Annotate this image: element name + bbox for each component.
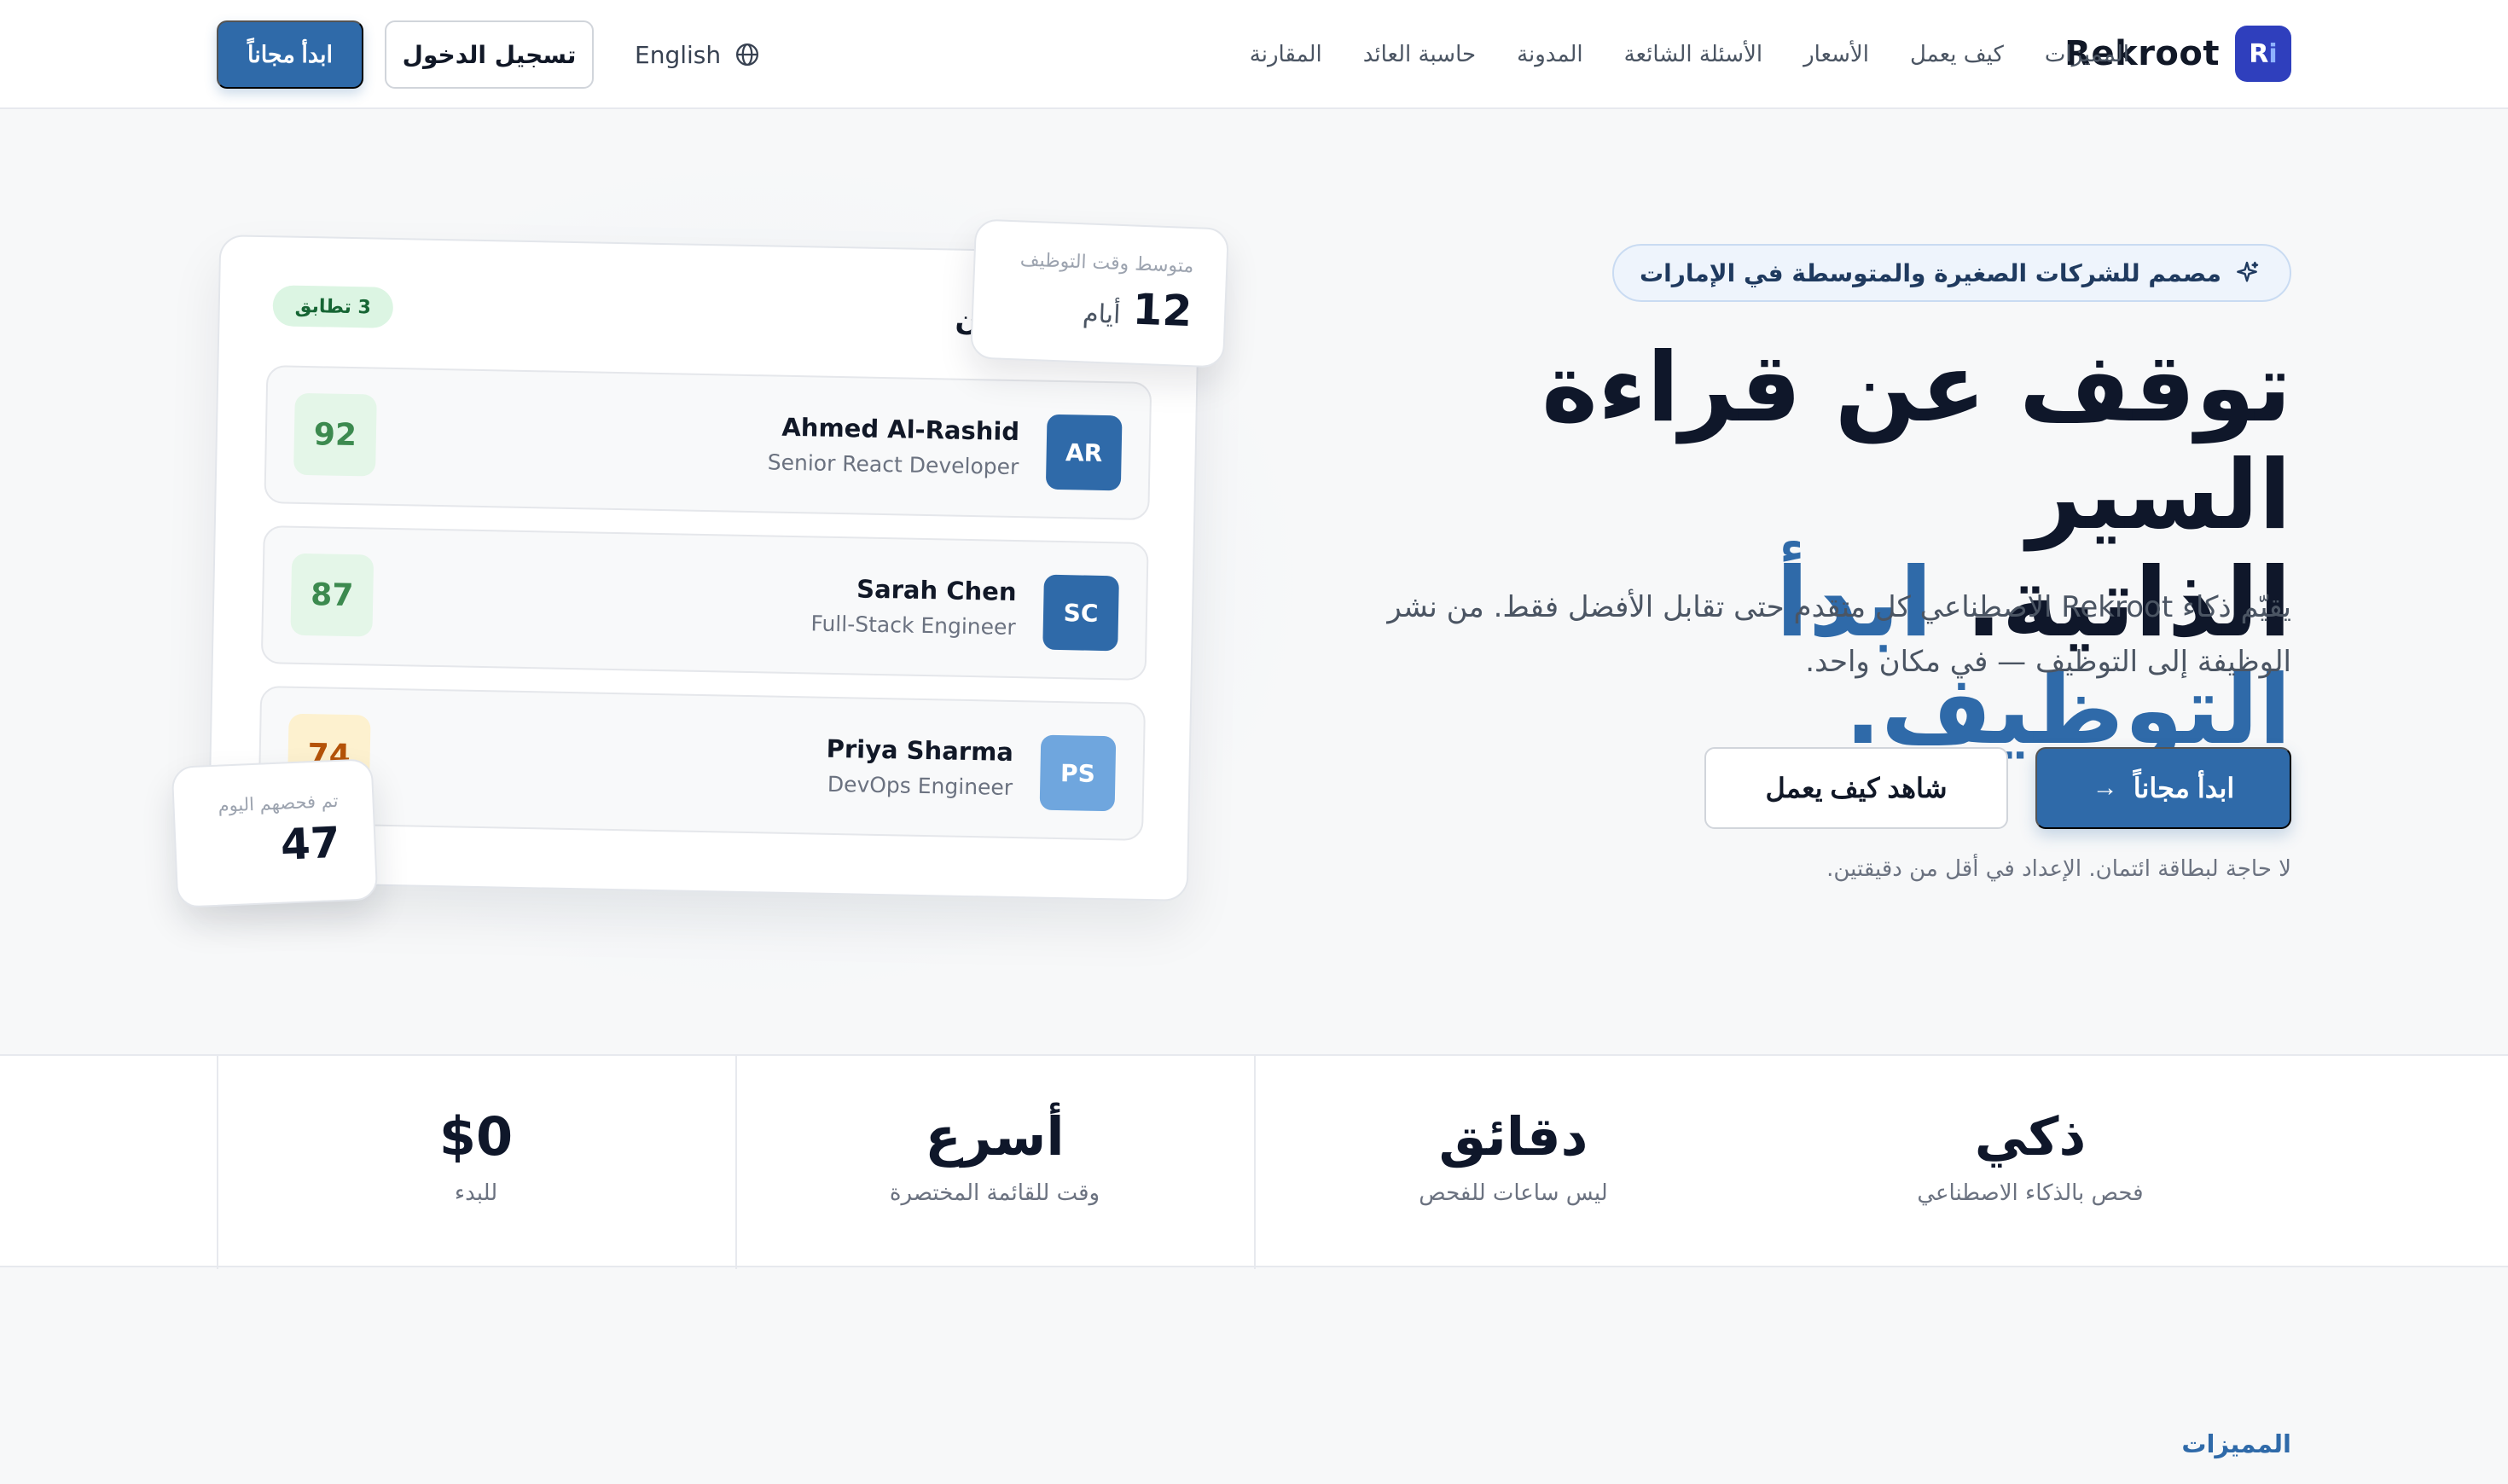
sparkle-icon bbox=[2237, 261, 2259, 282]
main-nav: المميزات كيف يعمل الأسعار الأسئلة الشائع… bbox=[1250, 0, 2129, 109]
stat-free: $0 للبدء bbox=[217, 1056, 735, 1269]
stat-caption: ليس ساعات للفحص bbox=[1419, 1180, 1608, 1206]
candidate-row[interactable]: AR Ahmed Al-Rashid Senior React Develope… bbox=[264, 365, 1152, 521]
language-switcher[interactable]: English bbox=[635, 34, 760, 75]
nav-link-features[interactable]: المميزات bbox=[2045, 42, 2129, 67]
features-section-label: المميزات bbox=[2181, 1429, 2291, 1458]
stats-strip: ذكي فحص بالذكاء الاصطناعي دقائق ليس ساعا… bbox=[0, 1054, 2508, 1269]
nav-link-pricing[interactable]: الأسعار bbox=[1803, 42, 1869, 67]
login-button[interactable]: تسجيل الدخول bbox=[385, 20, 594, 89]
candidate-role: DevOps Engineer bbox=[827, 771, 1013, 800]
candidate-role: Senior React Developer bbox=[767, 449, 1019, 480]
globe-icon bbox=[736, 43, 759, 66]
candidate-name: Ahmed Al-Rashid bbox=[781, 412, 1020, 447]
candidate-name: Priya Sharma bbox=[826, 733, 1014, 768]
nav-link-how-it-works[interactable]: كيف يعمل bbox=[1910, 42, 2004, 67]
match-score: 92 bbox=[293, 392, 377, 477]
target-market-badge: مصمم للشركات الصغيرة والمتوسطة في الإمار… bbox=[1612, 244, 2291, 302]
brand-mark-icon: Ri bbox=[2235, 26, 2291, 82]
scanned-today-label: تم فحصهم اليوم bbox=[218, 790, 339, 816]
nav-link-roi-calculator[interactable]: حاسبة العائد bbox=[1363, 42, 1476, 67]
stat-smart: ذكي فحص بالذكاء الاصطناعي bbox=[1771, 1056, 2290, 1269]
avg-time-to-hire-card: متوسط وقت التوظيف 12 أيام bbox=[969, 218, 1230, 368]
avatar: SC bbox=[1042, 574, 1119, 652]
headline-line-1: توقف عن قراءة السير bbox=[1541, 333, 2292, 551]
stat-value: ذكي bbox=[1974, 1105, 2087, 1168]
avg-time-unit: أيام bbox=[1082, 299, 1122, 330]
cta-primary-label: ابدأ مجاناً bbox=[2133, 773, 2235, 803]
arrow-right-icon: → bbox=[2092, 774, 2118, 802]
avg-time-label: متوسط وقت التوظيف bbox=[1019, 249, 1194, 278]
nav-link-comparison[interactable]: المقارنة bbox=[1250, 42, 1322, 67]
avg-time-value: 12 أيام bbox=[1082, 282, 1193, 337]
stat-minutes: دقائق ليس ساعات للفحص bbox=[1254, 1056, 1773, 1269]
scanned-today-number: 47 bbox=[279, 817, 341, 870]
avatar: PS bbox=[1039, 734, 1117, 812]
candidate-role: Full-Stack Engineer bbox=[810, 611, 1017, 641]
candidate-row[interactable]: SC Sarah Chen Full-Stack Engineer 87 bbox=[260, 525, 1149, 681]
badge-text: مصمم للشركات الصغيرة والمتوسطة في الإمار… bbox=[1640, 258, 2221, 287]
candidate-row[interactable]: PS Priya Sharma DevOps Engineer 74 bbox=[258, 686, 1147, 841]
scanned-today-card: تم فحصهم اليوم 47 bbox=[171, 758, 379, 908]
no-credit-card-note: لا حاجة لبطاقة ائتمان. الإعداد في أقل من… bbox=[1826, 856, 2291, 882]
start-free-hero-button[interactable]: ابدأ مجاناً → bbox=[2035, 747, 2291, 829]
hero-headline: توقف عن قراءة السير الذاتية. ابدأ التوظي… bbox=[1353, 333, 2292, 764]
avg-time-number: 12 bbox=[1131, 284, 1193, 337]
match-count-badge: 3 تطابق bbox=[272, 285, 394, 328]
candidate-name: Sarah Chen bbox=[856, 574, 1017, 607]
start-free-header-button[interactable]: ابدأ مجاناً bbox=[217, 20, 363, 89]
stat-caption: وقت للقائمة المختصرة bbox=[889, 1180, 1100, 1206]
nav-link-faq[interactable]: الأسئلة الشائعة bbox=[1624, 42, 1762, 67]
nav-link-blog[interactable]: المدونة bbox=[1517, 42, 1583, 67]
stat-caption: للبدء bbox=[454, 1180, 498, 1206]
stat-faster: أسرع وقت للقائمة المختصرة bbox=[735, 1056, 1254, 1269]
language-label: English bbox=[635, 40, 722, 69]
subtitle-line-2: الوظيفة إلى التوظيف — في مكان واحد. bbox=[1805, 645, 2291, 679]
top-navbar: Rekroot Ri المميزات كيف يعمل الأسعار الأ… bbox=[0, 0, 2508, 109]
stat-caption: فحص بالذكاء الاصطناعي bbox=[1917, 1180, 2144, 1206]
stat-value: أسرع bbox=[925, 1105, 1065, 1168]
stat-value: $0 bbox=[438, 1105, 514, 1168]
stat-value: دقائق bbox=[1438, 1105, 1588, 1168]
match-score: 87 bbox=[290, 553, 374, 637]
avatar: AR bbox=[1045, 414, 1123, 491]
see-how-it-works-button[interactable]: شاهد كيف يعمل bbox=[1704, 747, 2008, 829]
hero-subtitle: يقيّم ذكاء Rekroot الاصطناعي كل متقدم حت… bbox=[1387, 580, 2291, 689]
subtitle-line-1: يقيّم ذكاء Rekroot الاصطناعي كل متقدم حت… bbox=[1387, 590, 2291, 624]
